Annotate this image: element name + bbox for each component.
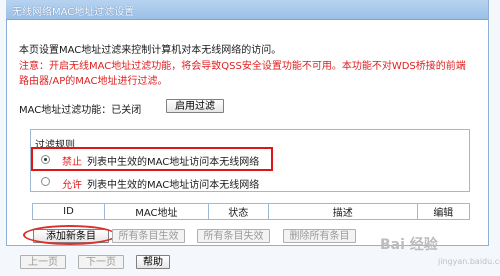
help-button[interactable]: 帮助 (136, 255, 170, 269)
enable-filter-button[interactable]: 启用过滤 (166, 99, 224, 113)
deny-label[interactable]: 禁止 (62, 153, 82, 168)
disable-all-button[interactable]: 所有条目失效 (197, 229, 270, 243)
watermark-logo: Bai 经验 (380, 237, 438, 253)
next-page-button[interactable]: 下一页 (78, 255, 124, 269)
note-line-1: 注意：开启无线MAC地址过滤功能，将会导致QSS安全设置功能不可用。本功能不对W… (19, 61, 466, 72)
watermark-url: jingyan.baidu.com (438, 257, 500, 266)
col-status: 状态 (207, 203, 269, 220)
enable-all-button[interactable]: 所有条目生效 (112, 229, 185, 243)
highlight-oval (23, 225, 117, 245)
deny-radio[interactable] (41, 155, 50, 164)
allow-description: 列表中生效的MAC地址访问本无线网络 (87, 180, 260, 191)
mac-filter-table: ID MAC地址 状态 描述 编辑 (31, 203, 471, 220)
col-id: ID (31, 203, 106, 220)
page: 无线网络MAC地址过滤设置 本页设置MAC地址过滤来控制计算机对本无线网络的访问… (0, 0, 500, 276)
page-title: 无线网络MAC地址过滤设置 (12, 7, 135, 18)
filter-status-label: MAC地址过滤功能：已关闭 (19, 105, 142, 116)
deny-description: 列表中生效的MAC地址访问本无线网络 (87, 157, 260, 168)
col-mac: MAC地址 (104, 203, 209, 220)
table-header-row: ID MAC地址 状态 描述 编辑 (31, 203, 471, 220)
col-description: 描述 (267, 203, 418, 220)
note-line-2: 路由器/AP的MAC地址进行过滤。 (19, 76, 168, 87)
delete-all-button[interactable]: 删除所有条目 (283, 229, 356, 243)
col-edit: 编辑 (416, 203, 471, 220)
intro-text: 本页设置MAC地址过滤来控制计算机对本无线网络的访问。 (19, 45, 282, 56)
allow-label[interactable]: 允许 (62, 176, 82, 191)
prev-page-button[interactable]: 上一页 (20, 255, 66, 269)
allow-radio[interactable] (41, 177, 50, 186)
title-bar: 无线网络MAC地址过滤设置 (6, 0, 488, 20)
